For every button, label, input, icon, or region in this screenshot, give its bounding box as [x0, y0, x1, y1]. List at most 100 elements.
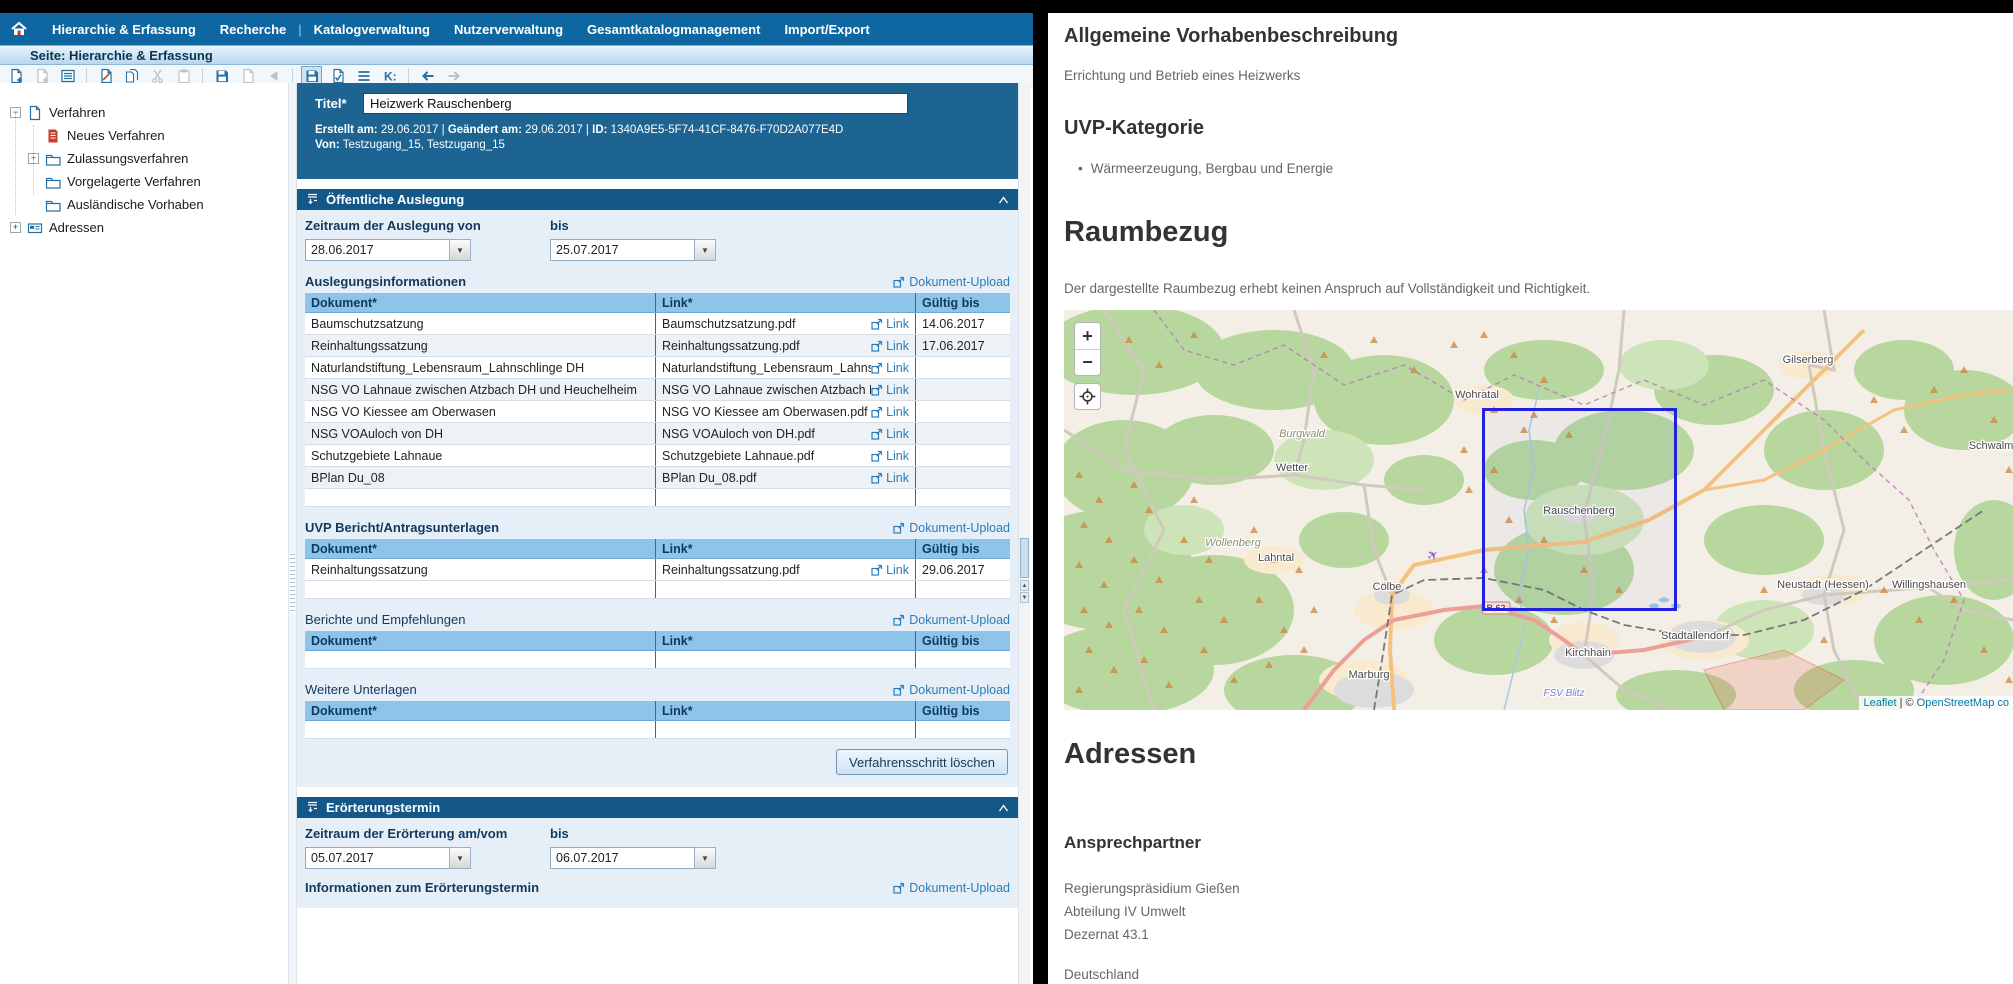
link-cell[interactable]	[656, 651, 916, 668]
tree-item-verfahren[interactable]: −Verfahren	[0, 101, 288, 124]
valid-cell: 17.06.2017	[916, 335, 1010, 356]
tree-item-adressen[interactable]: +Adressen	[0, 216, 288, 239]
dropdown-arrow-icon[interactable]: ▼	[449, 239, 471, 261]
link-cell[interactable]	[656, 489, 916, 506]
link-button[interactable]: Link	[871, 471, 909, 485]
map-label-neustadt-hessen: Neustadt (Hessen)	[1777, 579, 1869, 591]
link-button[interactable]: Link	[871, 449, 909, 463]
ansprechpartner-heading: Ansprechpartner	[1064, 833, 2003, 853]
doc-cell[interactable]	[305, 489, 656, 506]
adressen-heading: Adressen	[1064, 738, 2003, 771]
valid-cell[interactable]	[916, 721, 1010, 738]
titel-input[interactable]	[363, 93, 908, 114]
section-eroerterungstermin[interactable]: Erörterungstermin	[297, 797, 1018, 818]
page-title: Seite: Hierarchie & Erfassung	[30, 48, 213, 63]
valid-cell	[916, 445, 1010, 466]
scrollbar-thumb[interactable]	[1020, 538, 1029, 578]
link-button[interactable]: Link	[871, 339, 909, 353]
table-row: BPlan Du_08BPlan Du_08.pdfLink	[305, 467, 1010, 489]
titel-label: Titel*	[315, 96, 363, 111]
column-header: Link*	[656, 293, 916, 312]
eroerterung-date-from-input[interactable]	[305, 847, 449, 869]
dropdown-arrow-icon[interactable]: ▼	[694, 239, 716, 261]
link-cell: Reinhaltungssatzung.pdfLink	[656, 335, 916, 356]
upload-label: Dokument-Upload	[909, 683, 1010, 697]
table-header-row: Dokument*Link*Gültig bis	[305, 701, 1010, 721]
file-name: NSG VO Lahnaue zwischen Atzbach DH und H…	[662, 383, 871, 397]
tree-item-vorgelagerte-verfahren[interactable]: Vorgelagerte Verfahren	[0, 170, 288, 193]
doc-cell[interactable]	[305, 651, 656, 668]
valid-cell: 14.06.2017	[916, 313, 1010, 334]
valid-cell	[916, 357, 1010, 378]
doc-cell: Reinhaltungssatzung	[305, 335, 656, 356]
nav-item-recherche[interactable]: Recherche	[208, 22, 298, 37]
collapse-chevron-icon[interactable]	[998, 803, 1009, 813]
column-header: Dokument*	[305, 539, 656, 558]
link-button[interactable]: Link	[871, 563, 909, 577]
dokument-upload-link[interactable]: Dokument-Upload	[893, 521, 1010, 535]
osm-link[interactable]: OpenStreetMap co	[1917, 697, 2009, 709]
dokument-upload-link[interactable]: Dokument-Upload	[893, 613, 1010, 627]
eroerterung-date-to: ▼	[550, 847, 716, 869]
locate-button[interactable]	[1074, 383, 1101, 410]
doc-cell: NSG VO Lahnaue zwischen Atzbach DH und H…	[305, 379, 656, 400]
link-label: Link	[886, 427, 909, 441]
nav-item-nutzerverwaltung[interactable]: Nutzerverwaltung	[442, 22, 575, 37]
dropdown-arrow-icon[interactable]: ▼	[694, 847, 716, 869]
map-label-lahntal: Lahntal	[1258, 552, 1294, 564]
created-label: Erstellt am:	[315, 124, 378, 136]
map-label-gilserberg: Gilserberg	[1783, 354, 1834, 366]
delete-step-button[interactable]: Verfahrensschritt löschen	[836, 749, 1008, 775]
record-meta: Erstellt am: 29.06.2017 | Geändert am: 2…	[315, 123, 1018, 153]
column-header: Link*	[656, 539, 916, 558]
valid-cell[interactable]	[916, 489, 1010, 506]
auslegung-date-from-input[interactable]	[305, 239, 449, 261]
map[interactable]: ✈GilserbergBurgwaldWohratalWetterWollenb…	[1064, 310, 2013, 710]
spacer	[297, 787, 1018, 797]
section-oeffentliche-auslegung[interactable]: Öffentliche Auslegung	[297, 189, 1018, 210]
panel-splitter[interactable]	[288, 83, 297, 984]
table-title-row: AuslegungsinformationenDokument-Upload	[305, 273, 1010, 290]
raumbezug-heading: Raumbezug	[1064, 216, 2003, 249]
zoom-out-button[interactable]: −	[1075, 349, 1100, 375]
eroerterung-date-to-input[interactable]	[550, 847, 694, 869]
nav-item-hierarchie-erfassung[interactable]: Hierarchie & Erfassung	[40, 22, 208, 37]
nav-item-gesamtkatalogmanagement[interactable]: Gesamtkatalogmanagement	[575, 22, 772, 37]
valid-cell[interactable]	[916, 581, 1010, 598]
map-label-cölbe: Cölbe	[1373, 581, 1402, 593]
scroll-up-icon[interactable]: ▲	[1020, 580, 1029, 591]
link-button[interactable]: Link	[871, 317, 909, 331]
tree-item-ausländische-vorhaben[interactable]: Ausländische Vorhaben	[0, 193, 288, 216]
doc-cell[interactable]	[305, 721, 656, 738]
dokument-upload-link[interactable]: Dokument-Upload	[893, 275, 1010, 289]
valid-cell[interactable]	[916, 651, 1010, 668]
dokument-upload-link[interactable]: Dokument-Upload	[893, 683, 1010, 697]
scroll-down-icon[interactable]: ▼	[1020, 592, 1029, 603]
link-cell: Reinhaltungssatzung.pdfLink	[656, 559, 916, 580]
column-header: Dokument*	[305, 631, 656, 650]
doc-name: NSG VO Lahnaue zwischen Atzbach DH und H…	[311, 383, 637, 397]
collapse-chevron-icon[interactable]	[998, 195, 1009, 205]
doc-cell[interactable]	[305, 581, 656, 598]
link-button[interactable]: Link	[871, 383, 909, 397]
link-cell[interactable]	[656, 581, 916, 598]
home-icon[interactable]	[6, 16, 32, 42]
address-book-icon	[27, 220, 43, 236]
tree-expander-plus-icon[interactable]: +	[10, 222, 21, 233]
address-line: Abteilung IV Umwelt	[1064, 900, 2003, 923]
file-name: NSG VO Kiessee am Oberwasen.pdf	[662, 405, 871, 419]
nav-item-import-export[interactable]: Import/Export	[772, 22, 881, 37]
zoom-in-button[interactable]: +	[1075, 323, 1100, 349]
dropdown-arrow-icon[interactable]: ▼	[449, 847, 471, 869]
tree-item-neues-verfahren[interactable]: Neues Verfahren	[0, 124, 288, 147]
tree-item-zulassungsverfahren[interactable]: +Zulassungsverfahren	[0, 147, 288, 170]
link-button[interactable]: Link	[871, 427, 909, 441]
dokument-upload-link[interactable]: Dokument-Upload	[893, 881, 1010, 895]
nav-item-katalogverwaltung[interactable]: Katalogverwaltung	[302, 22, 442, 37]
link-button[interactable]: Link	[871, 405, 909, 419]
link-button[interactable]: Link	[871, 361, 909, 375]
form-scrollbar[interactable]: ▲ ▼	[1018, 83, 1030, 984]
link-cell[interactable]	[656, 721, 916, 738]
leaflet-link[interactable]: Leaflet	[1863, 697, 1896, 709]
auslegung-date-to-input[interactable]	[550, 239, 694, 261]
